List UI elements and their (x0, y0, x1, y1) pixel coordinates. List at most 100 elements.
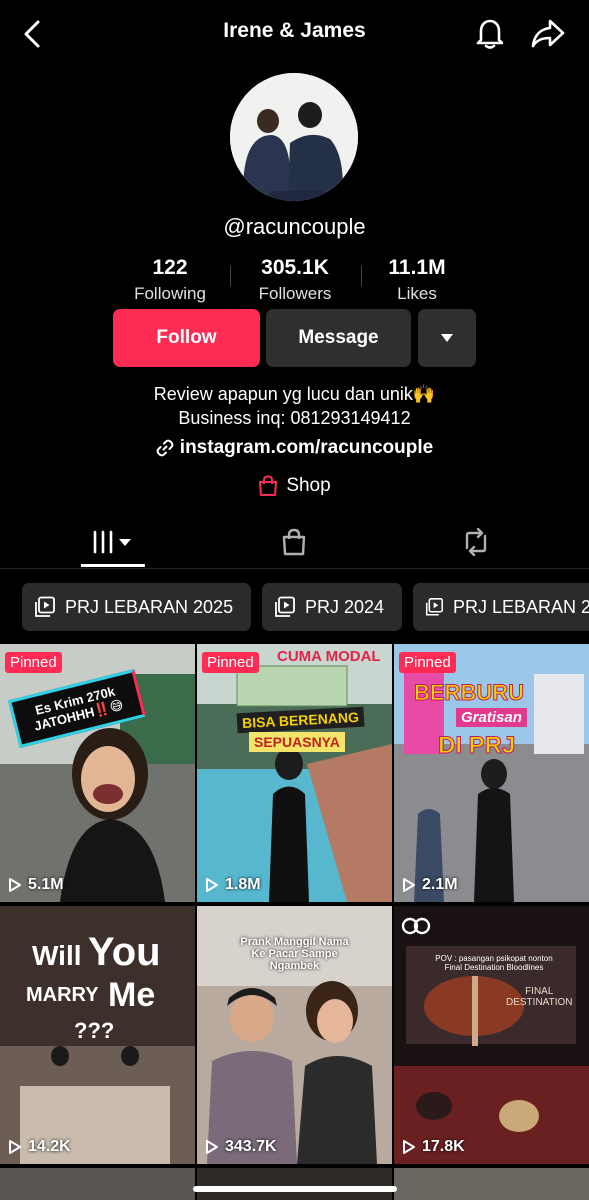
caption-line: Will (32, 940, 82, 971)
profile-link-text: instagram.com/racuncouple (179, 437, 434, 458)
videos-grid-icon (93, 530, 131, 554)
caption-block: POV : pasangan psikopat nonton Final Des… (424, 954, 564, 972)
playlist-icon (275, 596, 295, 617)
video-thumbnail[interactable] (0, 1168, 195, 1200)
play-icon (9, 1140, 21, 1154)
stat-divider (361, 266, 362, 286)
caption-line: Final Destination Bloodlines (444, 963, 544, 972)
play-icon (206, 878, 218, 892)
following-label: Following (134, 284, 206, 303)
shopping-bag-icon (282, 528, 306, 556)
notification-button[interactable] (474, 16, 506, 50)
playlist-chip[interactable]: PRJ LEBARAN 2025 (22, 583, 251, 631)
share-button[interactable] (530, 16, 566, 50)
caption-line: MARRY (26, 984, 99, 1006)
avatar-photo-couple (230, 73, 358, 201)
video-thumbnail[interactable]: POV : pasangan psikopat nonton Final Des… (394, 906, 589, 1164)
view-count-text: 1.8M (225, 876, 261, 893)
caption-block: Prank Manggil Nama Ke Pacar Sampe Ngambe… (231, 936, 358, 972)
stat-following[interactable]: 122 Following (120, 256, 220, 304)
playlist-icon (35, 596, 55, 617)
pinned-badge: Pinned (202, 652, 259, 673)
view-count: 14.2K (8, 1138, 71, 1156)
caption-line: POV : pasangan psikopat nonton (435, 954, 553, 963)
caret-down-icon (441, 334, 453, 342)
capcut-icon (401, 916, 431, 941)
suggested-accounts-button[interactable] (418, 309, 476, 367)
video-thumbnail[interactable]: Will You MARRY Me ??? 14.2K (0, 906, 195, 1164)
video-grid: Es Krim 270k JATOHHH‼️😅 Pinned 5.1M CUMA… (0, 644, 589, 1200)
likes-count: 11.1M (388, 256, 446, 279)
repost-icon (465, 528, 487, 556)
thumbnail-image (394, 906, 589, 1164)
tab-reposts[interactable] (456, 518, 496, 566)
message-button[interactable]: Message (266, 309, 411, 367)
poster-title: FINAL DESTINATION (506, 986, 572, 1008)
view-count-text: 2.1M (422, 876, 458, 893)
caption-line: DI PRJ (437, 732, 516, 760)
view-count-text: 343.7K (225, 1138, 277, 1155)
followers-label: Followers (258, 284, 332, 303)
avatar[interactable] (230, 73, 358, 201)
video-thumbnail[interactable]: Prank Manggil Nama Ke Pacar Sampe Ngambe… (197, 906, 392, 1164)
following-count: 122 (152, 256, 188, 279)
profile-tabs (0, 518, 589, 568)
home-indicator[interactable] (193, 1186, 397, 1192)
thumbnail-image (197, 644, 392, 902)
video-thumbnail[interactable]: CUMA MODAL BISA BERENANG SEPUASNYA Pinne… (197, 644, 392, 902)
caption-line: CUMA MODAL (277, 648, 381, 665)
view-count-text: 14.2K (28, 1138, 71, 1155)
play-icon (9, 878, 21, 892)
playlist-chip[interactable]: PRJ 2024 (262, 583, 402, 631)
video-thumbnail[interactable] (197, 1168, 392, 1200)
likes-label: Likes (397, 284, 437, 303)
view-count-text: 17.8K (422, 1138, 465, 1155)
shop-button[interactable]: Shop (0, 475, 589, 497)
username: @racuncouple (223, 214, 366, 239)
playlist-label: PRJ LEBARAN 2025 (65, 596, 234, 617)
playlist-label: PRJ LEBARAN 2 (452, 596, 589, 617)
caption-line: BERBURU (414, 680, 525, 706)
view-count: 5.1M (8, 876, 64, 894)
shopping-bag-icon (259, 475, 278, 496)
stat-followers[interactable]: 305.1K Followers (240, 256, 350, 304)
video-thumbnail[interactable] (394, 1168, 589, 1200)
view-count: 2.1M (402, 876, 458, 894)
playlist-label: PRJ 2024 (305, 596, 385, 617)
link-icon (156, 439, 174, 457)
bell-icon (476, 19, 504, 49)
play-icon (206, 1140, 218, 1154)
shop-label: Shop (286, 475, 331, 496)
view-count: 1.8M (205, 876, 261, 894)
playlist-icon (425, 598, 443, 616)
caption-line: Prank Manggil Nama (240, 936, 349, 948)
play-icon (403, 878, 415, 892)
pinned-badge: Pinned (399, 652, 456, 673)
pinned-badge: Pinned (5, 652, 62, 673)
tab-videos[interactable] (81, 518, 145, 566)
stat-divider (230, 266, 231, 286)
follow-button[interactable]: Follow (113, 309, 260, 367)
caption-line: Gratisan (456, 708, 527, 727)
tab-shop[interactable] (274, 518, 314, 566)
divider (0, 568, 589, 569)
profile-link[interactable]: instagram.com/racuncouple (0, 437, 589, 459)
share-arrow-icon (531, 19, 565, 48)
bio-line: Business inq: 081293149412 (178, 408, 411, 428)
video-thumbnail[interactable]: BERBURU Gratisan DI PRJ Pinned 2.1M (394, 644, 589, 902)
followers-count: 305.1K (261, 256, 329, 279)
caption-line: FINAL (525, 986, 554, 997)
caption-line: ??? (74, 1018, 115, 1043)
playlist-row: PRJ LEBARAN 2025 PRJ 2024 PRJ LEBARAN 2 (0, 583, 589, 631)
caption-line: DESTINATION (506, 997, 573, 1008)
caption-line: SEPUASNYA (249, 732, 345, 752)
play-icon (403, 1140, 415, 1154)
playlist-chip[interactable]: PRJ LEBARAN 2 (413, 583, 589, 631)
video-thumbnail[interactable]: Es Krim 270k JATOHHH‼️😅 Pinned 5.1M (0, 644, 195, 902)
active-tab-indicator (81, 564, 145, 567)
top-bar: Irene & James (0, 0, 589, 68)
stat-likes[interactable]: 11.1M Likes (372, 256, 462, 304)
caption-line: Ke Pacar Sampe Ngambek (251, 948, 338, 972)
view-count-text: 5.1M (28, 876, 64, 893)
view-count: 17.8K (402, 1138, 465, 1156)
